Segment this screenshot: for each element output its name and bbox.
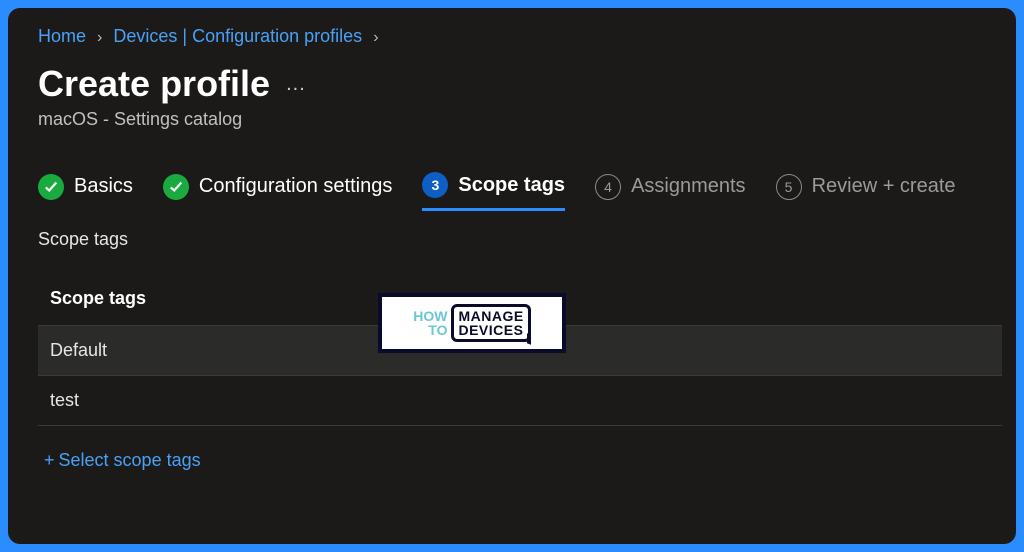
check-icon (163, 174, 189, 200)
step-label: Scope tags (458, 174, 565, 197)
step-number-badge: 3 (422, 172, 448, 198)
step-review-create[interactable]: 5 Review + create (776, 174, 956, 200)
step-label: Assignments (631, 175, 746, 198)
step-label: Basics (74, 175, 133, 198)
step-label: Review + create (812, 175, 956, 198)
chevron-right-icon: › (97, 29, 102, 46)
plus-icon: + (44, 450, 55, 471)
more-actions-button[interactable]: ... (286, 73, 306, 96)
step-scope-tags[interactable]: 3 Scope tags (422, 172, 565, 211)
step-assignments[interactable]: 4 Assignments (595, 174, 746, 200)
section-label: Scope tags (38, 229, 1002, 250)
step-basics[interactable]: Basics (38, 174, 133, 200)
step-number-badge: 5 (776, 174, 802, 200)
title-row: Create profile ... (38, 63, 1002, 105)
step-label: Configuration settings (199, 175, 392, 198)
table-row[interactable]: Default (38, 326, 1002, 376)
step-number-badge: 4 (595, 174, 621, 200)
scope-tags-table: Scope tags Default test (38, 272, 1002, 426)
table-header: Scope tags (38, 272, 1002, 326)
page-subtitle: macOS - Settings catalog (38, 109, 1002, 130)
wizard-steps: Basics Configuration settings 3 Scope ta… (38, 172, 1002, 201)
select-scope-tags-label: Select scope tags (59, 450, 201, 471)
check-icon (38, 174, 64, 200)
table-row[interactable]: test (38, 376, 1002, 426)
select-scope-tags-link[interactable]: + Select scope tags (38, 448, 1002, 473)
breadcrumb: Home › Devices | Configuration profiles … (38, 26, 1002, 47)
step-config-settings[interactable]: Configuration settings (163, 174, 392, 200)
page-frame: Home › Devices | Configuration profiles … (8, 8, 1016, 544)
breadcrumb-devices-config[interactable]: Devices | Configuration profiles (113, 26, 362, 46)
chevron-right-icon: › (373, 29, 378, 46)
breadcrumb-home[interactable]: Home (38, 26, 86, 46)
page-title: Create profile (38, 63, 270, 105)
